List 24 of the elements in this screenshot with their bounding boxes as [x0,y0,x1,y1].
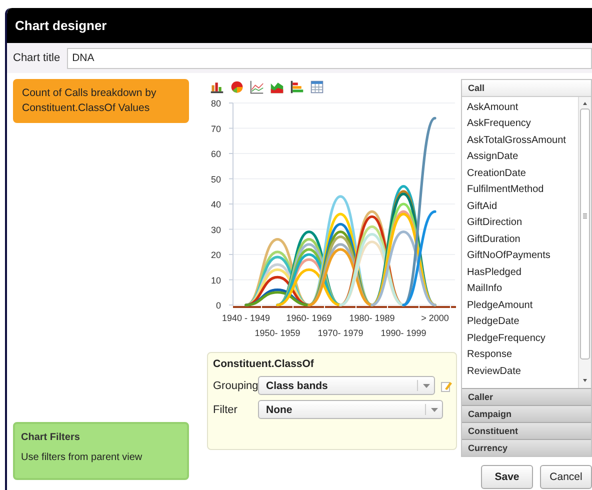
axis-tick-label: 10 [210,275,221,286]
window-title: Chart designer [15,18,107,33]
axis-tick-label: > 2000 [421,313,449,323]
axis-tick-label: 1940 - 1949 [222,313,270,323]
field-label: Filter [213,404,238,416]
axis-tick-label: 1960- 1969 [286,313,332,323]
axis-tick-label: 1950- 1959 [254,328,300,338]
field-label: Chart title [13,52,60,64]
axis-tick-label: 0 [216,300,221,310]
axis-tick-label: 50 [210,174,221,184]
panel-title: Constituent.ClassOf [213,358,314,370]
axis-tick-label: 70 [210,124,221,134]
measure-card: Count of Calls breakdown by Constituent.ClassOf Values [13,79,189,123]
axis-tick-label: 80 [210,98,221,108]
axis-tick-label: 1990- 1999 [380,328,426,338]
axis-tick-label: 1970- 1979 [318,328,364,338]
axis-tick-label: 1980- 1989 [349,313,395,323]
card-title: Chart Filters [21,432,81,443]
axis-tick-label: 40 [210,200,221,210]
field-label: Grouping [213,380,258,392]
axis-tick-label: 30 [210,224,221,235]
axis-tick-label: 20 [210,250,221,260]
card-text: Use filters from parent view [21,452,144,463]
axis-tick-label: 60 [210,149,221,159]
